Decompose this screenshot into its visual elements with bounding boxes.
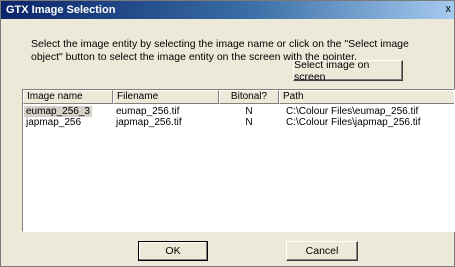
image-list[interactable]: Image name Filename Bitonal? Path eumap_… xyxy=(22,89,455,232)
close-icon[interactable]: x xyxy=(446,2,452,16)
cell-image-name: japmap_256 xyxy=(26,117,82,128)
cell-filename: japmap_256.tif xyxy=(116,117,182,128)
title-bar[interactable]: GTX Image Selection x xyxy=(1,1,454,19)
list-header: Image name Filename Bitonal? Path xyxy=(23,90,454,104)
table-row[interactable]: japmap_256 japmap_256.tif N C:\Colour Fi… xyxy=(23,117,454,128)
cell-filename: eumap_256.tif xyxy=(116,106,180,117)
cell-path: C:\Colour Files\eumap_256.tif xyxy=(286,106,419,117)
column-header-filename[interactable]: Filename xyxy=(113,90,219,104)
select-image-on-screen-button[interactable]: Select image on screen xyxy=(293,59,403,83)
gtx-image-selection-dialog: GTX Image Selection x Select the image e… xyxy=(0,0,455,267)
table-row[interactable]: eumap_256_3 eumap_256.tif N C:\Colour Fi… xyxy=(23,106,454,117)
column-header-image-name[interactable]: Image name xyxy=(23,90,113,104)
cell-path: C:\Colour Files\japmap_256.tif xyxy=(286,117,421,128)
window-title: GTX Image Selection xyxy=(6,4,116,16)
column-header-path[interactable]: Path xyxy=(279,90,454,104)
cell-bitonal: N xyxy=(245,106,253,117)
cancel-button[interactable]: Cancel xyxy=(286,241,358,261)
ok-button[interactable]: OK xyxy=(138,241,208,261)
cell-bitonal: N xyxy=(245,117,253,128)
column-header-bitonal[interactable]: Bitonal? xyxy=(219,90,279,104)
cell-image-name: eumap_256_3 xyxy=(24,106,92,117)
